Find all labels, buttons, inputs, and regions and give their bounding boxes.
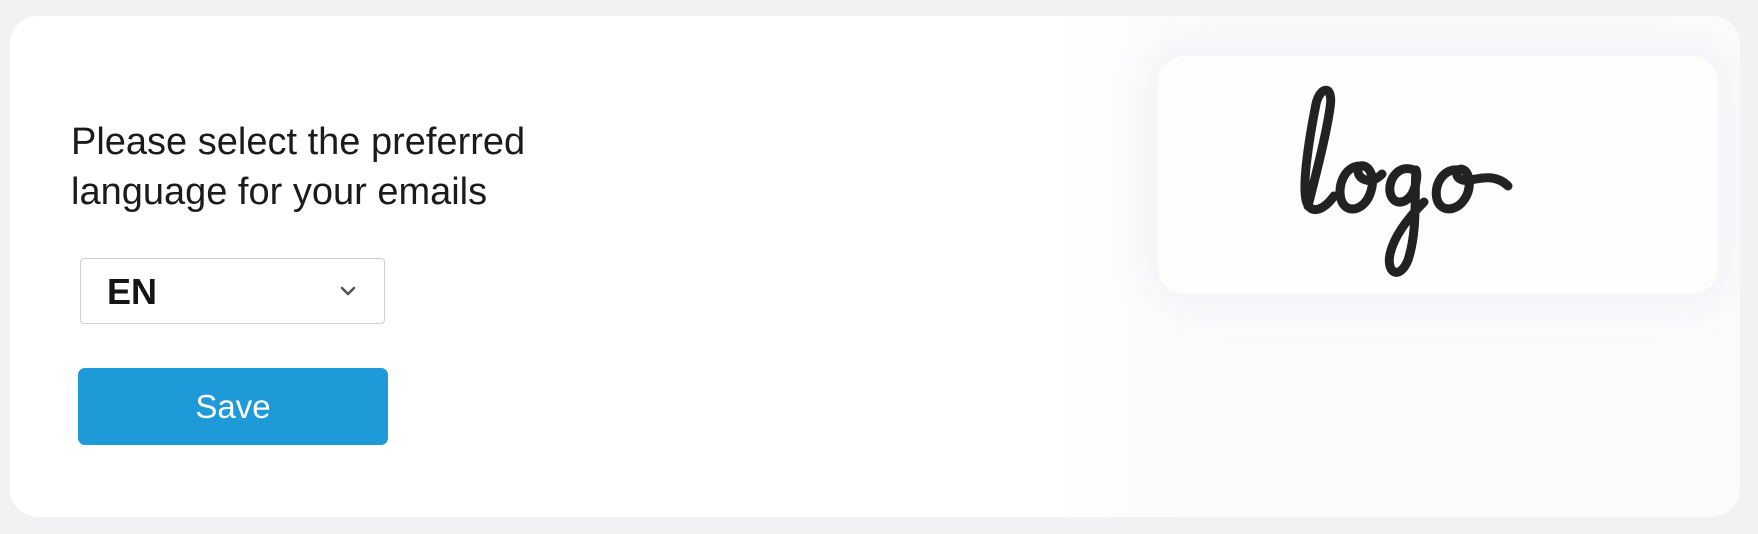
language-preference-card: Please select the preferred language for… xyxy=(10,16,1740,517)
language-prompt: Please select the preferred language for… xyxy=(71,121,526,213)
logo-panel xyxy=(1050,16,1740,517)
logo-image xyxy=(1300,85,1513,277)
language-select[interactable]: EN xyxy=(80,258,385,324)
save-button[interactable]: Save xyxy=(78,368,388,445)
chevron-down-icon xyxy=(340,286,356,296)
language-select-value: EN xyxy=(107,271,158,312)
